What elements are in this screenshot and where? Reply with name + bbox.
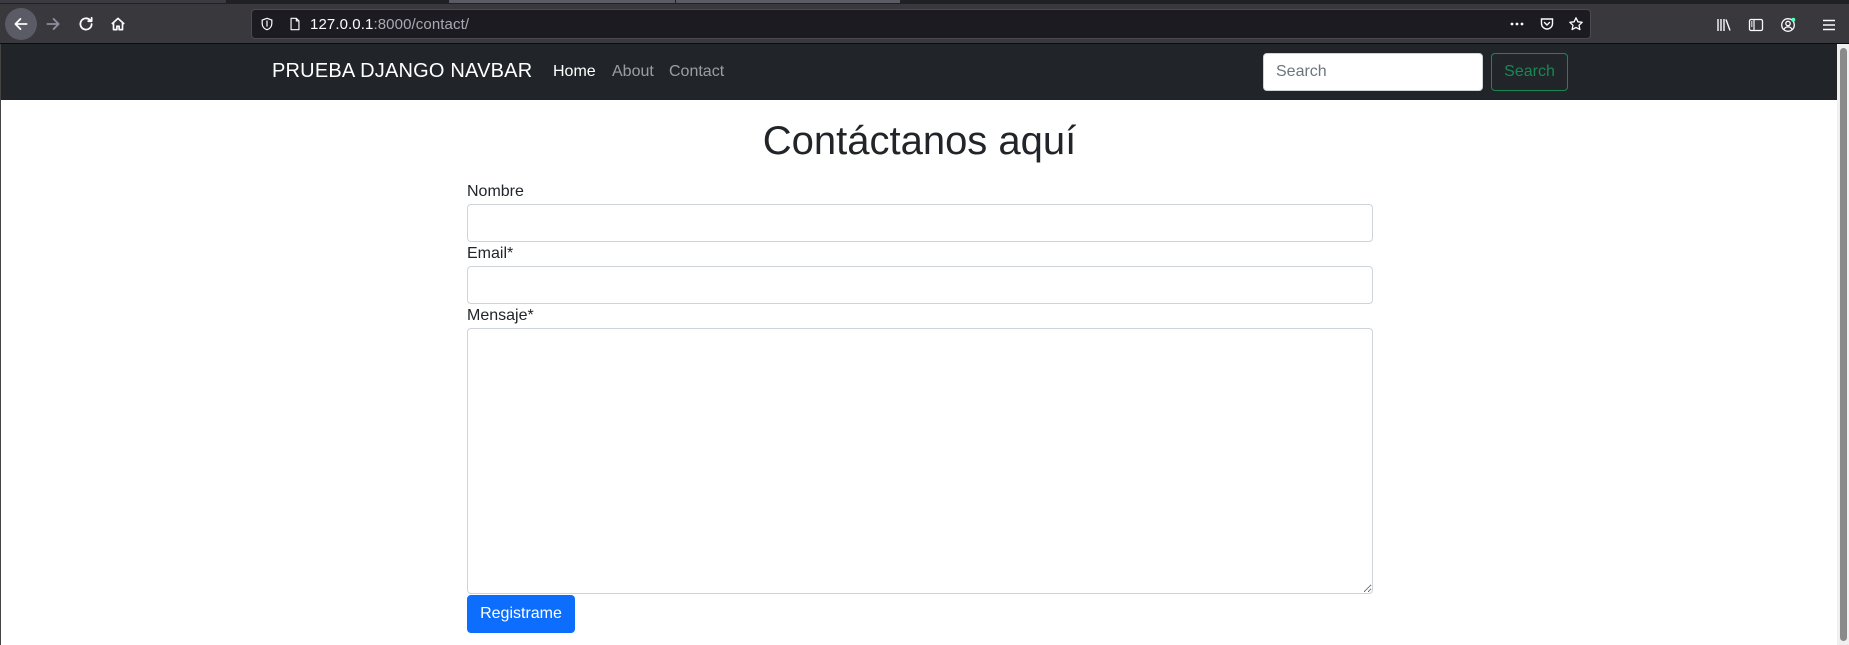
shield-icon[interactable] (259, 16, 275, 32)
registrame-button[interactable]: Registrame (467, 595, 575, 633)
mensaje-textarea[interactable] (467, 328, 1373, 594)
navbar: PRUEBA DJANGO NAVBAR Home About Contact … (1, 44, 1838, 100)
hamburger-menu-icon[interactable] (1820, 16, 1838, 34)
star-icon[interactable] (1568, 16, 1584, 32)
tab-divider (0, 0, 226, 3)
page-scrollbar[interactable] (1837, 44, 1849, 645)
tab-divider (676, 0, 900, 3)
back-button[interactable] (5, 8, 37, 40)
tab-divider (449, 0, 675, 3)
nav-link-about[interactable]: About (612, 63, 654, 81)
browser-toolbar: 127.0.0.1:8000/contact/ (0, 4, 1849, 44)
scrollbar-thumb[interactable] (1840, 48, 1847, 641)
page-title: Contáctanos aquí (762, 119, 1077, 163)
arrow-left-icon (14, 18, 28, 30)
reload-button[interactable] (70, 8, 102, 40)
home-icon (111, 17, 125, 31)
sidebar-icon[interactable] (1747, 16, 1765, 34)
nav-link-contact[interactable]: Contact (669, 63, 724, 81)
more-icon[interactable] (1509, 16, 1525, 32)
nombre-label: Nombre (467, 183, 524, 200)
email-field[interactable] (467, 266, 1373, 304)
navbar-brand[interactable]: PRUEBA DJANGO NAVBAR (272, 60, 532, 83)
pocket-icon[interactable] (1539, 16, 1555, 32)
nombre-field[interactable] (467, 204, 1373, 242)
address-bar[interactable]: 127.0.0.1:8000/contact/ (251, 9, 1591, 39)
page-viewport: PRUEBA DJANGO NAVBAR Home About Contact … (0, 44, 1849, 645)
url-text[interactable]: 127.0.0.1:8000/contact/ (310, 16, 469, 33)
arrow-right-icon (46, 18, 60, 30)
reload-icon (79, 16, 93, 31)
url-path: :8000/contact/ (373, 16, 470, 33)
email-label: Email* (467, 245, 514, 262)
mensaje-label: Mensaje* (467, 307, 534, 324)
page-icon[interactable] (287, 16, 303, 32)
account-icon[interactable] (1779, 16, 1797, 34)
search-input[interactable] (1263, 53, 1483, 91)
search-button[interactable]: Search (1491, 53, 1568, 91)
home-button[interactable] (102, 8, 134, 40)
url-host: 127.0.0.1 (310, 16, 374, 33)
forward-button[interactable] (37, 8, 69, 40)
library-icon[interactable] (1715, 16, 1733, 34)
nav-link-home[interactable]: Home (553, 63, 596, 81)
